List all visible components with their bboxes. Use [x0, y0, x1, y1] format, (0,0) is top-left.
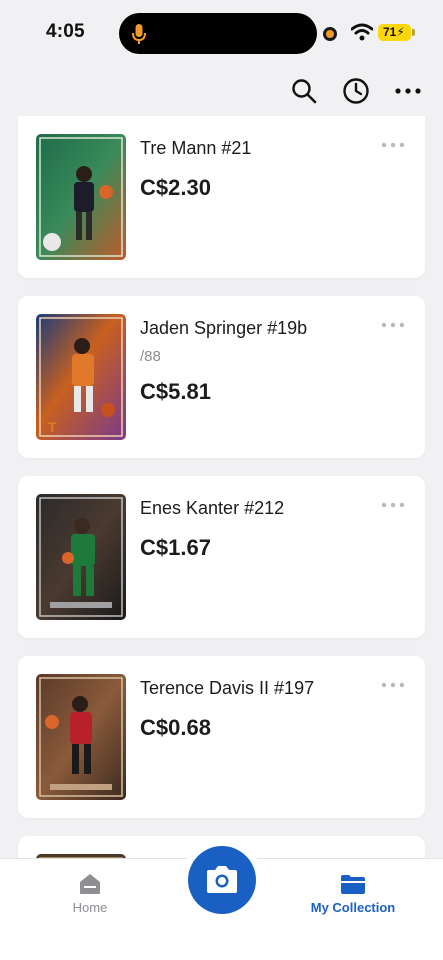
card-title: Tre Mann #21 — [140, 138, 252, 158]
card-serial: /88 — [140, 348, 161, 365]
battery-level: 71 — [383, 25, 397, 39]
card-thumbnail[interactable] — [36, 134, 126, 260]
clock-icon — [343, 78, 369, 104]
card-item[interactable]: Terence Davis II #197 C$0.68 — [18, 656, 425, 818]
card-more-icon[interactable] — [381, 140, 405, 150]
dynamic-island — [119, 13, 317, 54]
svg-text:T: T — [48, 419, 57, 435]
card-title: Jaden Springer #19b — [140, 318, 308, 338]
card-more-icon[interactable] — [381, 500, 405, 510]
card-image: T — [36, 314, 126, 440]
card-price: C$2.30 — [140, 175, 211, 200]
camera-scan-button[interactable] — [188, 846, 256, 914]
tab-home-label: Home — [72, 900, 108, 915]
wifi-icon — [351, 23, 373, 41]
card-item[interactable]: Tre Mann #21 C$2.30 — [18, 116, 425, 278]
history-button[interactable] — [341, 76, 371, 106]
microphone-icon — [132, 24, 146, 44]
tab-my-collection[interactable]: My Collection — [298, 873, 408, 915]
card-thumbnail[interactable] — [36, 494, 126, 620]
card-price: C$1.67 — [140, 535, 211, 560]
card-title: Enes Kanter #212 — [140, 498, 285, 518]
card-price: C$0.68 — [140, 715, 211, 740]
more-horizontal-icon — [395, 88, 421, 94]
folder-icon — [341, 875, 365, 894]
card-title: Terence Davis II #197 — [140, 678, 315, 698]
card-image — [36, 494, 126, 620]
search-button[interactable] — [289, 76, 319, 106]
search-icon — [292, 79, 317, 104]
collection-list: Tre Mann #21 C$2.30 T Jaden Springer #19… — [18, 116, 425, 894]
card-thumbnail[interactable]: T — [36, 314, 126, 440]
toolbar — [289, 75, 423, 107]
more-options-button[interactable] — [393, 76, 423, 106]
card-item[interactable]: Enes Kanter #212 C$1.67 — [18, 476, 425, 638]
tab-home[interactable]: Home — [60, 873, 120, 915]
card-image — [36, 674, 126, 800]
home-icon — [80, 874, 100, 894]
card-item[interactable]: T Jaden Springer #19b /88 C$5.81 — [18, 296, 425, 458]
status-bar: 4:05 71⚡ — [0, 0, 443, 62]
camera-icon — [207, 866, 237, 893]
card-price: C$5.81 — [140, 379, 211, 404]
card-more-icon[interactable] — [381, 680, 405, 690]
status-time: 4:05 — [46, 21, 85, 42]
card-more-icon[interactable] — [381, 320, 405, 330]
charging-bolt-icon: ⚡ — [396, 25, 405, 39]
battery-indicator: 71⚡ — [378, 24, 415, 41]
card-image — [36, 134, 126, 260]
tab-my-collection-label: My Collection — [310, 900, 396, 915]
recording-indicator — [323, 27, 337, 41]
card-thumbnail[interactable] — [36, 674, 126, 800]
